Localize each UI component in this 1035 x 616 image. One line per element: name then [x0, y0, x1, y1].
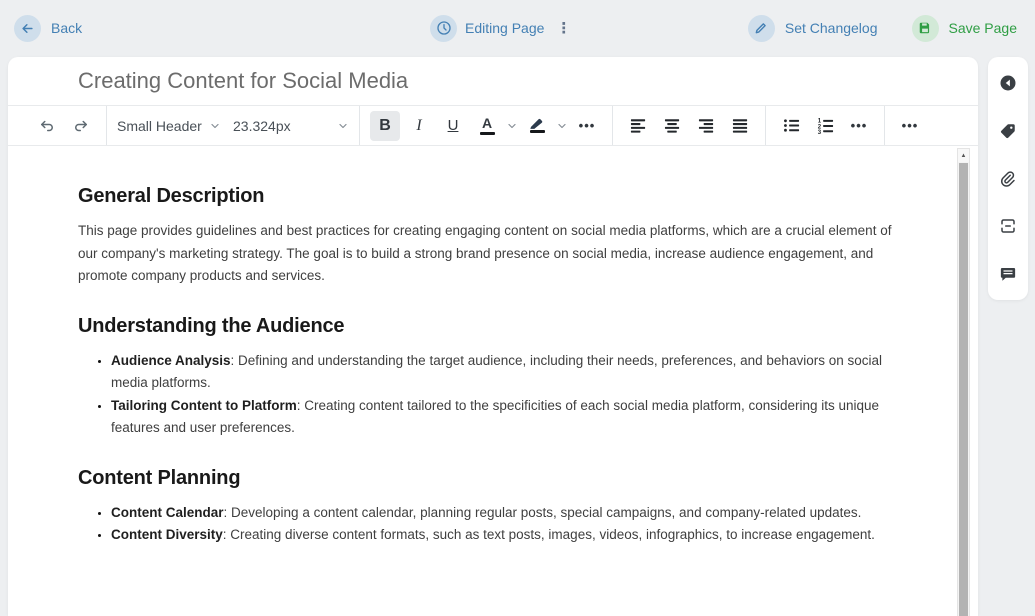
section-paragraph: This page provides guidelines and best p…: [78, 220, 892, 288]
set-changelog-label: Set Changelog: [785, 20, 878, 36]
align-center-button[interactable]: [657, 111, 687, 141]
page-summary-icon[interactable]: [998, 216, 1018, 236]
back-label: Back: [51, 20, 82, 36]
more-tools-button[interactable]: •••: [895, 111, 925, 141]
attachment-icon[interactable]: [998, 169, 1018, 189]
content-scrollbar[interactable]: ▲: [957, 148, 970, 616]
more-list-options-button[interactable]: •••: [844, 111, 874, 141]
right-side-rail: [988, 57, 1028, 300]
color-swatch-bar: [480, 132, 495, 135]
scrollbar-thumb[interactable]: [959, 163, 968, 616]
clock-icon: [430, 15, 457, 42]
bullet-list: Audience Analysis: Defining and understa…: [78, 350, 892, 440]
comments-icon[interactable]: [998, 264, 1018, 284]
underline-button[interactable]: U: [438, 111, 468, 141]
editor-toolbar: Small Header 23.324px B I U A: [8, 106, 978, 146]
align-right-button[interactable]: [691, 111, 721, 141]
page-title-input[interactable]: Creating Content for Social Media: [78, 68, 408, 94]
collapse-panel-icon[interactable]: [998, 73, 1018, 93]
section-heading: Understanding the Audience: [78, 312, 892, 340]
document-editor[interactable]: General Description This page provides g…: [8, 148, 978, 616]
back-arrow-icon: [14, 15, 41, 42]
top-bar: Back Editing Page ⋮ Set Changelog Save P…: [0, 0, 1035, 56]
undo-button[interactable]: [32, 111, 62, 141]
pencil-icon: [748, 15, 775, 42]
list-item: Content Diversity: Creating diverse cont…: [111, 524, 892, 547]
align-justify-button[interactable]: [725, 111, 755, 141]
tags-icon[interactable]: [998, 121, 1018, 141]
list-item: Tailoring Content to Platform: Creating …: [111, 395, 892, 440]
editing-page-label: Editing Page: [465, 20, 544, 36]
editor-panel: Creating Content for Social Media Small …: [8, 57, 978, 616]
chevron-down-icon: [337, 120, 349, 132]
section-heading: Content Planning: [78, 464, 892, 492]
redo-button[interactable]: [66, 111, 96, 141]
italic-button[interactable]: I: [404, 111, 434, 141]
text-style-select[interactable]: Small Header: [117, 111, 221, 141]
page-menu-dots-icon[interactable]: ⋮: [556, 21, 571, 36]
save-page-button[interactable]: Save Page: [912, 15, 1018, 42]
save-page-label: Save Page: [949, 20, 1018, 36]
chevron-down-icon[interactable]: [556, 120, 568, 132]
more-formatting-button[interactable]: •••: [572, 111, 602, 141]
scroll-up-button[interactable]: ▲: [958, 149, 969, 162]
bullet-list-button[interactable]: [776, 111, 806, 141]
list-item: Content Calendar: Developing a content c…: [111, 502, 892, 525]
list-item: Audience Analysis: Defining and understa…: [111, 350, 892, 395]
title-row: Creating Content for Social Media: [8, 57, 978, 106]
section-heading: General Description: [78, 182, 892, 210]
set-changelog-button[interactable]: Set Changelog: [748, 15, 878, 42]
bold-button[interactable]: B: [370, 111, 400, 141]
back-button[interactable]: Back: [14, 15, 82, 42]
bullet-list: Content Calendar: Developing a content c…: [78, 502, 892, 547]
svg-text:3: 3: [817, 130, 821, 134]
save-icon: [912, 15, 939, 42]
numbered-list-button[interactable]: 123: [810, 111, 840, 141]
chevron-down-icon: [209, 120, 221, 132]
text-color-button[interactable]: A: [472, 111, 502, 141]
font-size-select[interactable]: 23.324px: [233, 111, 349, 141]
align-left-button[interactable]: [623, 111, 653, 141]
chevron-down-icon[interactable]: [506, 120, 518, 132]
highlight-button[interactable]: [522, 111, 552, 141]
highlight-swatch-bar: [530, 130, 545, 133]
